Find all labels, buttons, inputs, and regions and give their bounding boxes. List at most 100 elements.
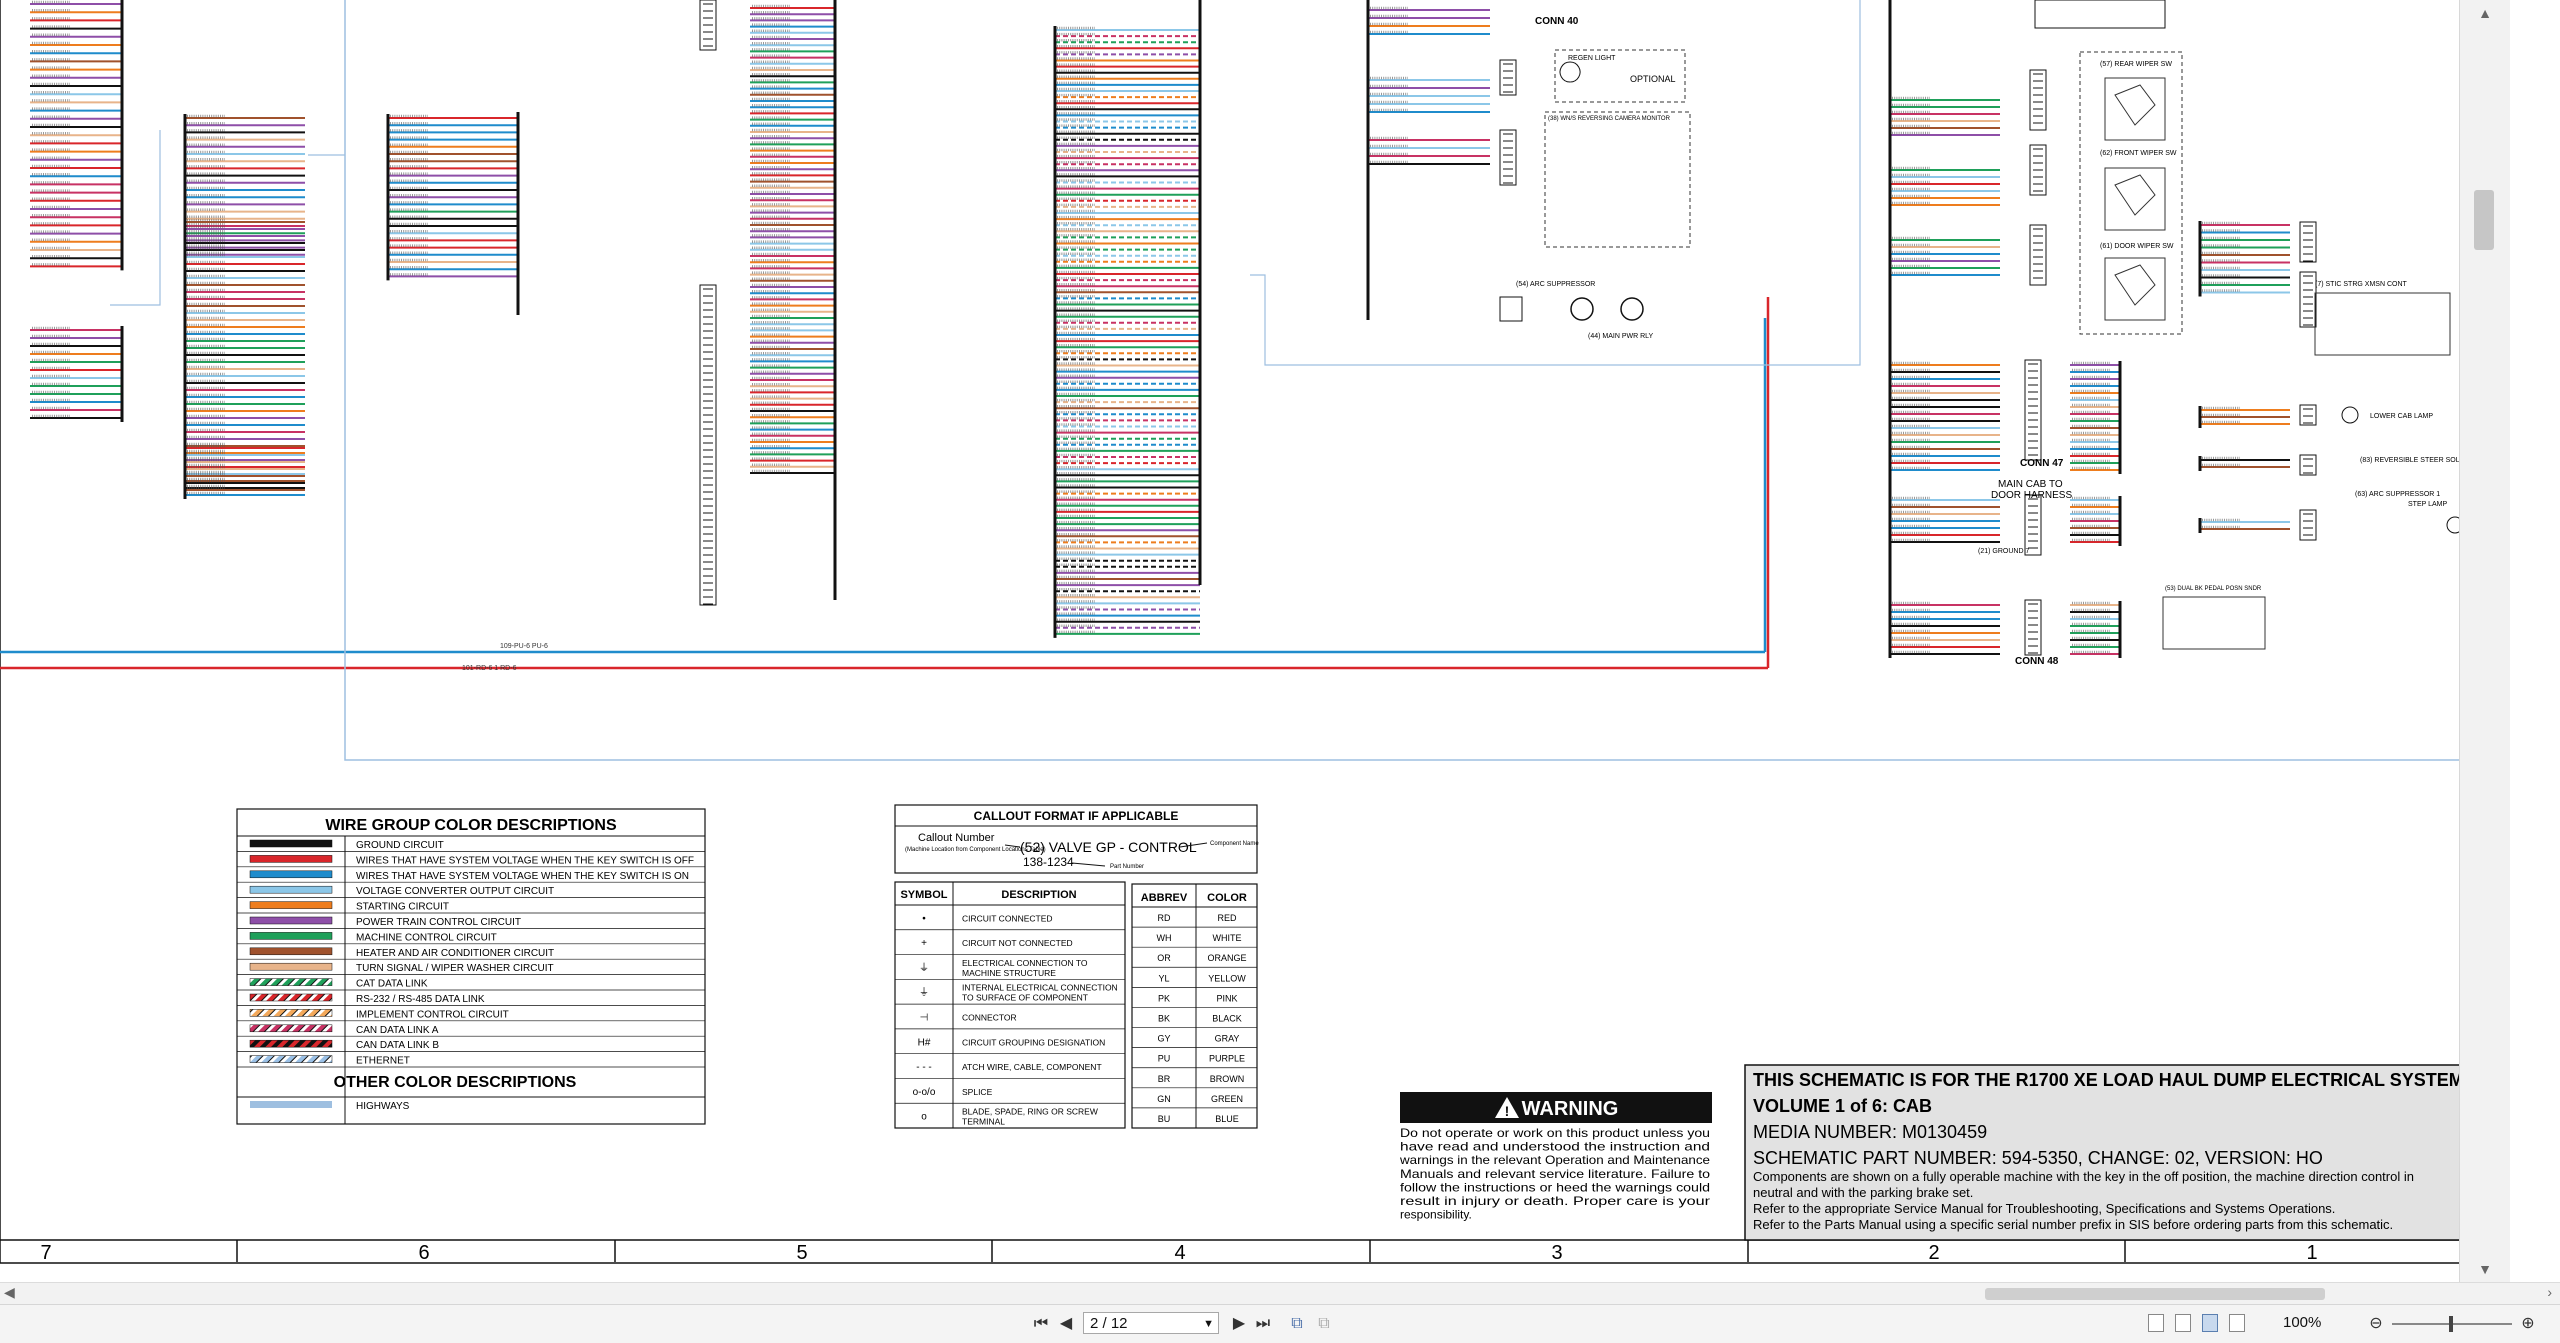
regen-light-label: REGEN LIGHT bbox=[1568, 55, 1616, 62]
callout-number-label: Callout Number bbox=[918, 832, 995, 844]
symbol-desc: TO SURFACE OF COMPONENT bbox=[962, 993, 1088, 1003]
arc-suppressor-label: (54) ARC SUPPRESSOR bbox=[1516, 281, 1595, 288]
description-header: DESCRIPTION bbox=[1001, 889, 1076, 901]
media-number: MEDIA NUMBER: M0130459 bbox=[1753, 1122, 1987, 1142]
legend-label: RS-232 / RS-485 DATA LINK bbox=[356, 994, 485, 1005]
col-label: 5 bbox=[796, 1242, 807, 1264]
legend-swatch bbox=[249, 855, 333, 863]
fit-width-icon[interactable]: ⧉ bbox=[1313, 1313, 1335, 1335]
callout-title: CALLOUT FORMAT IF APPLICABLE bbox=[974, 809, 1179, 823]
zoom-level: 100% bbox=[2283, 1314, 2322, 1331]
col-label: 1 bbox=[2306, 1242, 2317, 1264]
abbrev-code: PU bbox=[1158, 1054, 1171, 1064]
color-abbrev-table: ABBREV COLOR RD RED WH WHITE OR ORANGE YL YELLO… bbox=[1131, 883, 1258, 1129]
chevron-down-icon[interactable]: ▼ bbox=[1203, 1313, 1214, 1335]
abbrev-code: YL bbox=[1158, 973, 1169, 983]
continuous-facing-view-icon[interactable] bbox=[2229, 1314, 2245, 1332]
scroll-down-arrow-icon[interactable]: ▼ bbox=[2460, 1256, 2510, 1282]
legend-swatch bbox=[249, 947, 333, 956]
legend-label: HEATER AND AIR CONDITIONER CIRCUIT bbox=[356, 948, 554, 959]
warning-line: warnings in the relevant Operation and M… bbox=[1399, 1153, 1710, 1167]
title-note2: neutral and with the parking brake set. bbox=[1753, 1185, 1973, 1200]
warning-line: have read and understood the instruction… bbox=[1400, 1140, 1710, 1154]
previous-page-icon[interactable]: ◀ bbox=[1055, 1313, 1077, 1335]
callout-example: (52) VALVE GP - CONTROL bbox=[1020, 839, 1197, 855]
callout-part-label: Part Number bbox=[1110, 864, 1144, 870]
title-block: THIS SCHEMATIC IS FOR THE R1700 XE LOAD … bbox=[1744, 1064, 2504, 1241]
abbrev-color: WHITE bbox=[1213, 933, 1242, 943]
abbrev-code: BU bbox=[1158, 1114, 1171, 1124]
abbrev-header: ABBREV bbox=[1141, 892, 1188, 904]
warning-line: result in injury or death. Proper care i… bbox=[1400, 1194, 1710, 1208]
symbol-desc: ATCH WIRE, CABLE, COMPONENT bbox=[962, 1062, 1102, 1072]
symbol-glyph: • bbox=[922, 913, 926, 924]
abbrev-code: BR bbox=[1158, 1074, 1171, 1084]
first-page-icon[interactable]: ⏮ bbox=[1030, 1313, 1052, 1335]
legend-swatch bbox=[249, 1039, 333, 1048]
symbol-desc: INTERNAL ELECTRICAL CONNECTION bbox=[962, 983, 1118, 993]
callout-component-label: Component Name bbox=[1210, 841, 1259, 847]
camera-label: (38) WN/S REVERSING CAMERA MONITOR bbox=[1548, 116, 1671, 122]
continuous-view-icon[interactable] bbox=[2175, 1314, 2191, 1332]
svg-text:!: ! bbox=[1505, 1103, 1510, 1119]
symbol-desc: CIRCUIT GROUPING DESIGNATION bbox=[962, 1037, 1105, 1047]
title-note4: Refer to the Parts Manual using a specif… bbox=[1753, 1217, 2393, 1232]
front-wiper-label: (62) FRONT WIPER SW bbox=[2100, 150, 2177, 157]
warning-line: Do not operate or work on this product u… bbox=[1400, 1126, 1710, 1140]
abbrev-color: BLUE bbox=[1215, 1114, 1239, 1124]
pedal-label: (53) DUAL BK PEDAL POSN SNDR bbox=[2165, 586, 2262, 592]
page-number-value: 2 / 12 bbox=[1090, 1315, 1128, 1332]
wiring-diagram bbox=[30, 0, 2464, 658]
horizontal-scrollbar[interactable]: ◀ › bbox=[0, 1282, 2560, 1305]
other-colors-title: OTHER COLOR DESCRIPTIONS bbox=[334, 1074, 577, 1091]
symbol-glyph: ⏚ bbox=[919, 962, 929, 974]
symbol-desc: ELECTRICAL CONNECTION TO bbox=[962, 958, 1088, 968]
neutral-label: (7) STIC STRG XMSN CONT bbox=[2315, 281, 2408, 288]
symbol-glyph: H# bbox=[918, 1037, 931, 1048]
symbol-glyph: + bbox=[921, 938, 927, 949]
zoom-slider-handle[interactable] bbox=[2449, 1316, 2453, 1332]
single-page-view-icon[interactable] bbox=[2148, 1314, 2164, 1332]
page-number-field[interactable]: 2 / 12 ▼ bbox=[1083, 1312, 1219, 1334]
legend-swatch bbox=[249, 870, 333, 879]
ground7-label: (21) GROUND 7 bbox=[1978, 548, 2029, 555]
door-harness-label: DOOR HARNESS bbox=[1991, 490, 2072, 501]
scroll-up-arrow-icon[interactable]: ▲ bbox=[2460, 0, 2510, 26]
abbrev-color: YELLOW bbox=[1208, 973, 1246, 983]
vertical-scroll-thumb[interactable] bbox=[2474, 190, 2494, 250]
warning-box: ! WARNING Do not operate or work on this… bbox=[1399, 1092, 1712, 1222]
legend-label: TURN SIGNAL / WIPER WASHER CIRCUIT bbox=[356, 963, 554, 974]
main-cab-label: MAIN CAB TO bbox=[1998, 479, 2063, 490]
fit-page-icon[interactable]: ⧉ bbox=[1286, 1313, 1308, 1335]
last-page-icon[interactable]: ⏭ bbox=[1252, 1313, 1274, 1335]
title-note3: Refer to the appropriate Service Manual … bbox=[1753, 1201, 2335, 1216]
viewer-toolbar: ⏮ ◀ 2 / 12 ▼ ▶ ⏭ ⧉ ⧉ 100% ⊖ ⊕ bbox=[0, 1304, 2560, 1343]
symbol-glyph: o bbox=[921, 1112, 927, 1123]
legend-swatch bbox=[249, 885, 333, 894]
scroll-left-arrow-icon[interactable]: ◀ bbox=[4, 1284, 15, 1301]
legend-swatch bbox=[249, 978, 333, 986]
abbrev-code: RD bbox=[1158, 913, 1171, 923]
facing-view-icon[interactable] bbox=[2202, 1314, 2218, 1332]
schematic-page: 7 6 5 4 3 2 1 C B A 109-PU-6 PU-6 101-RD… bbox=[0, 0, 2506, 1264]
document-viewport[interactable]: 7 6 5 4 3 2 1 C B A 109-PU-6 PU-6 101-RD… bbox=[0, 0, 2510, 1282]
arc1-label: (63) ARC SUPPRESSOR 1 bbox=[2355, 491, 2440, 498]
zoom-in-icon[interactable]: ⊕ bbox=[2517, 1313, 2539, 1335]
legend-label: CAT DATA LINK bbox=[356, 979, 428, 990]
scroll-right-arrow-icon[interactable]: › bbox=[2547, 1284, 2552, 1300]
abbrev-color: BLACK bbox=[1212, 1014, 1242, 1024]
callout-part: 138-1234 bbox=[1023, 855, 1074, 869]
next-page-icon[interactable]: ▶ bbox=[1228, 1313, 1250, 1335]
horizontal-scroll-thumb[interactable] bbox=[1985, 1288, 2325, 1300]
warning-line: Manuals and relevant service literature.… bbox=[1400, 1167, 1710, 1181]
vertical-scrollbar[interactable]: ▲ ▼ bbox=[2459, 0, 2510, 1282]
abbrev-code: GY bbox=[1157, 1034, 1170, 1044]
conn40-label: CONN 40 bbox=[1535, 16, 1579, 27]
door-wiper-label: (61) DOOR WIPER SW bbox=[2100, 243, 2174, 250]
warning-title: WARNING bbox=[1522, 1098, 1619, 1120]
symbol-glyph: - - - bbox=[916, 1062, 932, 1073]
legend-swatch bbox=[249, 962, 333, 971]
zoom-out-icon[interactable]: ⊖ bbox=[2365, 1313, 2387, 1335]
abbrev-code: PK bbox=[1158, 993, 1170, 1003]
col-label: 7 bbox=[40, 1242, 51, 1264]
